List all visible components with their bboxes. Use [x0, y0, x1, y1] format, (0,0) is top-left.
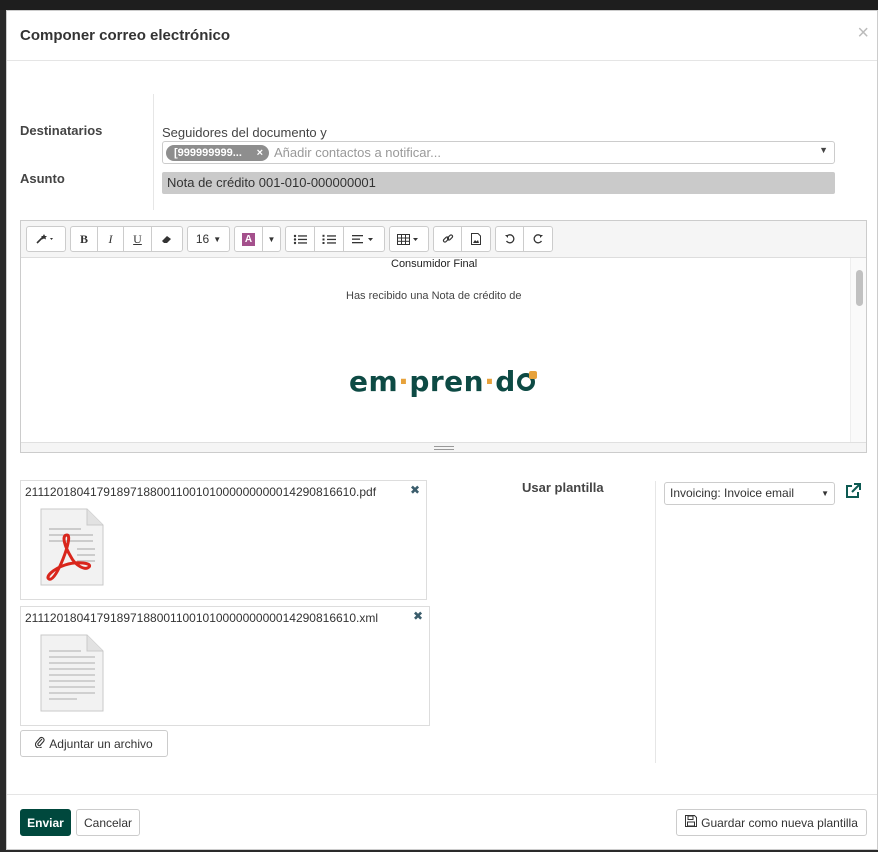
attach-file-label: Adjuntar un archivo [49, 736, 153, 751]
editor-toolbar: B I U 16 ▼ A ▼ [21, 221, 866, 258]
text-file-icon [37, 631, 107, 718]
external-link-icon[interactable] [845, 483, 861, 502]
attachment-item: 2111201804179189718800110010100000000001… [20, 606, 430, 726]
scrollbar-thumb[interactable] [856, 270, 863, 306]
table-group [389, 226, 429, 252]
recipients-label: Destinatarios [20, 123, 103, 138]
redo-icon[interactable] [524, 227, 552, 251]
link-icon[interactable] [434, 227, 462, 251]
cancel-button[interactable]: Cancelar [76, 809, 140, 836]
caret-down-icon[interactable]: ▼ [819, 145, 828, 155]
dialog-title: Componer correo electrónico [20, 27, 231, 44]
align-dropdown-icon[interactable] [344, 227, 384, 251]
remove-attachment-icon[interactable]: ✖ [413, 609, 423, 623]
list-group [285, 226, 385, 252]
logo-dot-icon: · [484, 365, 496, 398]
subject-field[interactable]: Nota de crédito 001-010-000000001 [162, 172, 835, 194]
remove-attachment-icon[interactable]: ✖ [410, 483, 420, 497]
save-as-template-label: Guardar como nueva plantilla [701, 815, 858, 830]
bullet-list-icon[interactable] [286, 227, 315, 251]
save-as-template-button[interactable]: Guardar como nueva plantilla [676, 809, 867, 836]
send-button[interactable]: Enviar [20, 809, 71, 836]
attachment-name[interactable]: 2111201804179189718800110010100000000001… [25, 611, 378, 625]
background-top-bar [0, 0, 878, 10]
rich-text-editor: B I U 16 ▼ A ▼ Consumidor Final Has reci… [20, 220, 867, 453]
insert-group [433, 226, 491, 252]
customer-line: Consumidor Final [391, 258, 478, 270]
template-divider [655, 481, 656, 763]
font-color-glyph: A [241, 232, 256, 246]
font-size-group: 16 ▼ [187, 226, 230, 252]
floppy-disk-icon [685, 815, 698, 830]
recipients-input[interactable]: Añadir contactos a notificar... [274, 145, 441, 160]
logo-o-icon [516, 371, 537, 391]
subject-label: Asunto [20, 171, 65, 186]
attach-file-button[interactable]: Adjuntar un archivo [20, 730, 168, 757]
logo-part-1: em [349, 365, 399, 398]
attachment-name[interactable]: 2111201804179189718800110010100000000001… [25, 485, 376, 499]
image-icon[interactable] [462, 227, 490, 251]
color-group: A ▼ [234, 226, 281, 252]
message-line: Has recibido una Nota de crédito de [346, 290, 522, 302]
editor-resize-handle[interactable] [21, 442, 866, 452]
compose-email-dialog: Componer correo electrónico × Destinatar… [6, 10, 878, 850]
form-divider [153, 94, 154, 210]
attachment-item: 2111201804179189718800110010100000000001… [20, 480, 427, 600]
logo-part-3: d [495, 365, 516, 398]
format-group: B I U [70, 226, 183, 252]
editor-content[interactable]: Consumidor Final Has recibido una Nota d… [21, 258, 851, 443]
style-group [26, 226, 66, 252]
emprendo-logo: em·pren·d [349, 365, 537, 398]
followers-hint: Seguidores del documento y [162, 125, 327, 140]
font-size-value: 16 [195, 232, 210, 246]
numbered-list-icon[interactable] [315, 227, 344, 251]
magic-wand-icon[interactable] [27, 227, 65, 251]
recipients-field[interactable]: [999999999... × Añadir contactos a notif… [162, 141, 835, 164]
recipient-tag-label: [999999999... [174, 147, 242, 159]
editor-scrollbar[interactable] [850, 258, 866, 443]
footer-divider [7, 794, 877, 795]
grip-icon [434, 446, 454, 450]
caret-down-icon: ▼ [821, 489, 829, 498]
font-color-icon[interactable]: A [235, 227, 263, 251]
paperclip-icon [35, 736, 45, 751]
table-icon[interactable] [390, 227, 428, 251]
template-select[interactable]: Invoicing: Invoice email ▼ [664, 482, 835, 505]
font-size-dropdown[interactable]: 16 ▼ [188, 227, 229, 251]
template-label: Usar plantilla [522, 480, 604, 495]
color-caret-icon[interactable]: ▼ [263, 227, 280, 251]
template-selected-value: Invoicing: Invoice email [670, 486, 795, 500]
undo-icon[interactable] [496, 227, 524, 251]
logo-part-2: pren [409, 365, 485, 398]
underline-button[interactable]: U [124, 227, 152, 251]
bold-button[interactable]: B [71, 227, 98, 251]
recipient-tag: [999999999... × [166, 145, 269, 161]
close-icon[interactable]: × [857, 23, 869, 43]
pdf-file-icon [37, 505, 107, 592]
caret-down-icon: ▼ [213, 234, 222, 244]
history-group [495, 226, 553, 252]
remove-recipient-icon[interactable]: × [257, 145, 263, 161]
eraser-icon[interactable] [152, 227, 182, 251]
italic-button[interactable]: I [98, 227, 124, 251]
dialog-header: Componer correo electrónico × [7, 11, 877, 61]
logo-dot-icon: · [398, 365, 410, 398]
